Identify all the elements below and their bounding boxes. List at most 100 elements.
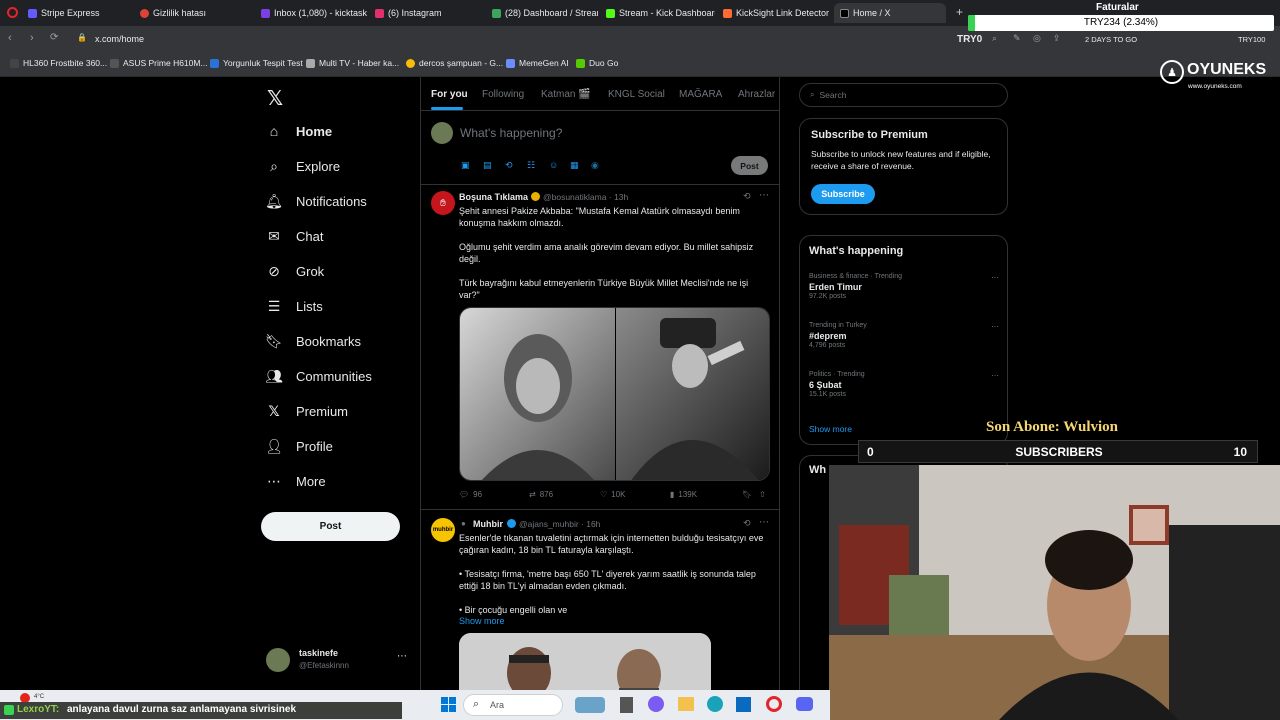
- compose-input[interactable]: What's happening?: [460, 126, 562, 140]
- toolbar-camera-icon[interactable]: ◎: [1033, 33, 1041, 44]
- bookmark-tweet-icon[interactable]: 🔖︎: [742, 490, 752, 499]
- taskbar-search-text: Ara: [490, 700, 505, 710]
- image-icon[interactable]: ▣: [461, 160, 470, 171]
- repost-icon: ⇄: [529, 490, 536, 499]
- bookmark-item[interactable]: HL360 Frostbite 360...: [10, 58, 107, 68]
- opera-taskbar-icon[interactable]: [766, 696, 782, 712]
- tab-streamlabs[interactable]: (28) Dashboard / Streamla: [486, 3, 598, 23]
- gif-icon[interactable]: ▤: [483, 160, 492, 171]
- faturalar-value: TRY234 (2.34%): [1083, 17, 1159, 28]
- windows-start-icon[interactable]: [441, 697, 456, 712]
- edge-icon[interactable]: [707, 696, 723, 712]
- reload-icon[interactable]: ⟳: [50, 32, 58, 43]
- nav-chat[interactable]: ✉ Chat: [266, 228, 323, 244]
- trend-more-icon[interactable]: ⋯: [991, 371, 999, 380]
- account-switcher[interactable]: taskinefe @Efetaskinnn ⋯: [266, 646, 411, 676]
- trend-meta: Politics · Trending: [809, 371, 865, 378]
- nav-communities[interactable]: 👥︎ Communities: [265, 368, 372, 384]
- grok-tweet-icon[interactable]: ⟲: [743, 191, 751, 202]
- bookmark-item[interactable]: dercos şampuan - G...: [406, 58, 503, 68]
- account-more-icon[interactable]: ⋯: [397, 651, 407, 662]
- poll-icon[interactable]: ☷: [527, 160, 535, 171]
- toolbar-edit-icon[interactable]: ✎: [1013, 33, 1021, 44]
- grok-compose-icon[interactable]: ⟲: [505, 160, 513, 171]
- tweet-more-icon[interactable]: ⋯: [759, 190, 769, 201]
- tab-following[interactable]: Following: [482, 89, 524, 100]
- views-button[interactable]: ▮ 139K: [670, 490, 697, 499]
- tweet-author-name[interactable]: Muhbir: [473, 519, 503, 529]
- nav-profile[interactable]: 👤︎ Profile: [265, 438, 333, 454]
- show-more-link[interactable]: Show more: [459, 616, 505, 626]
- store-icon[interactable]: [736, 697, 751, 712]
- trend-name: #deprem: [809, 331, 847, 341]
- bookmark-item[interactable]: ASUS Prime H610M...: [110, 58, 208, 68]
- tab-katman[interactable]: Katman 🎬: [541, 89, 591, 100]
- search-input[interactable]: ⌕ Search: [799, 83, 1008, 107]
- balance-readout: TRY0: [957, 34, 983, 45]
- stripe-favicon-icon: [28, 8, 37, 18]
- tab-kngl-social[interactable]: KNGL Social: [608, 89, 665, 100]
- error-favicon-icon: [140, 8, 149, 18]
- taskbar-app-icon[interactable]: [575, 697, 605, 713]
- subscribe-button[interactable]: Subscribe: [811, 184, 875, 204]
- reply-button[interactable]: 💬︎ 96: [459, 490, 482, 499]
- trend-item[interactable]: Politics · Trending 6 Şubat 15.1K posts …: [809, 371, 999, 409]
- location-icon[interactable]: ◉: [591, 160, 599, 171]
- toolbar-search-icon[interactable]: ⌕: [992, 33, 997, 44]
- tab-magara[interactable]: MAĞARA: [679, 89, 722, 100]
- show-more-link[interactable]: Show more: [809, 424, 852, 434]
- tab-home-x[interactable]: Home / X: [834, 3, 946, 23]
- schedule-icon[interactable]: ▦: [570, 160, 579, 171]
- folder-icon[interactable]: [678, 697, 694, 711]
- toolbar-share-icon[interactable]: ⇪: [1053, 33, 1061, 44]
- nav-lists[interactable]: ☰ Lists: [266, 298, 323, 314]
- bookmark-item[interactable]: MemeGen AI: [506, 58, 569, 68]
- memegen-favicon-icon: [506, 58, 515, 68]
- trend-more-icon[interactable]: ⋯: [991, 322, 999, 331]
- bookmark-item[interactable]: Multi TV - Haber ka...: [306, 58, 399, 68]
- bookmarks-bar: HL360 Frostbite 360... ASUS Prime H610M.…: [0, 53, 1280, 77]
- opera-icon[interactable]: [7, 7, 18, 18]
- tab-instagram[interactable]: (6) Instagram: [369, 3, 484, 23]
- tab-stripe[interactable]: Stripe Express: [22, 3, 132, 23]
- tweet-media[interactable]: [459, 307, 770, 481]
- nav-grok[interactable]: ⊘ Grok: [266, 263, 324, 279]
- tweet-author-name[interactable]: Boşuna Tıklama: [459, 192, 528, 202]
- tab-kicksight[interactable]: KickSight Link Detector: [717, 3, 832, 23]
- tab-ahrazlar[interactable]: Ahrazlar: [738, 89, 775, 100]
- x-logo-icon[interactable]: 𝕏: [267, 86, 283, 111]
- share-icon[interactable]: ⇧: [759, 490, 766, 499]
- tab-for-you[interactable]: For you: [431, 89, 468, 100]
- nav-premium[interactable]: 𝕏 Premium: [266, 403, 348, 419]
- tab-privacy-error[interactable]: Gizlilik hatası: [134, 3, 249, 23]
- nav-notifications[interactable]: 🔔︎ Notifications: [265, 193, 367, 209]
- tab-kick-dashboard[interactable]: Stream - Kick Dashboard: [600, 3, 715, 23]
- nav-bookmarks[interactable]: 🔖︎ Bookmarks: [265, 333, 361, 349]
- trend-item[interactable]: Trending in Turkey #deprem 4,796 posts ⋯: [809, 322, 999, 360]
- trend-item[interactable]: Business & finance · Trending Erden Timu…: [809, 273, 999, 311]
- nav-explore[interactable]: ⌕ Explore: [266, 158, 340, 174]
- forward-icon[interactable]: ›: [30, 32, 34, 44]
- repost-button[interactable]: ⇄ 876: [529, 490, 553, 499]
- taskbar-search[interactable]: ⌕ Ara: [463, 694, 563, 716]
- bookmark-item[interactable]: Yorgunluk Tespit Test: [210, 58, 303, 68]
- verified-badge-icon: [531, 192, 540, 201]
- back-icon[interactable]: ‹: [8, 32, 12, 44]
- post-button[interactable]: Post: [261, 512, 400, 541]
- nav-home[interactable]: ⌂ Home: [266, 123, 332, 139]
- like-button[interactable]: ♡ 10K: [600, 490, 625, 499]
- trend-more-icon[interactable]: ⋯: [991, 273, 999, 282]
- nav-more[interactable]: ⋯ More: [266, 473, 326, 489]
- url-field[interactable]: x.com/home: [95, 34, 144, 44]
- compose-post-button[interactable]: Post: [731, 156, 768, 175]
- discord-icon[interactable]: [796, 697, 813, 711]
- tab-inbox[interactable]: Inbox (1,080) - kicktaskine: [255, 3, 367, 23]
- tweet-media[interactable]: [459, 633, 711, 690]
- grok-tweet-icon[interactable]: ⟲: [743, 518, 751, 529]
- file-explorer-icon[interactable]: [620, 697, 633, 713]
- copilot-icon[interactable]: [648, 696, 664, 712]
- tweet-more-icon[interactable]: ⋯: [759, 517, 769, 528]
- bookmark-item[interactable]: Duo Go: [576, 58, 618, 68]
- emoji-icon[interactable]: ☺: [549, 160, 558, 170]
- feed-tabs-divider: [421, 110, 779, 111]
